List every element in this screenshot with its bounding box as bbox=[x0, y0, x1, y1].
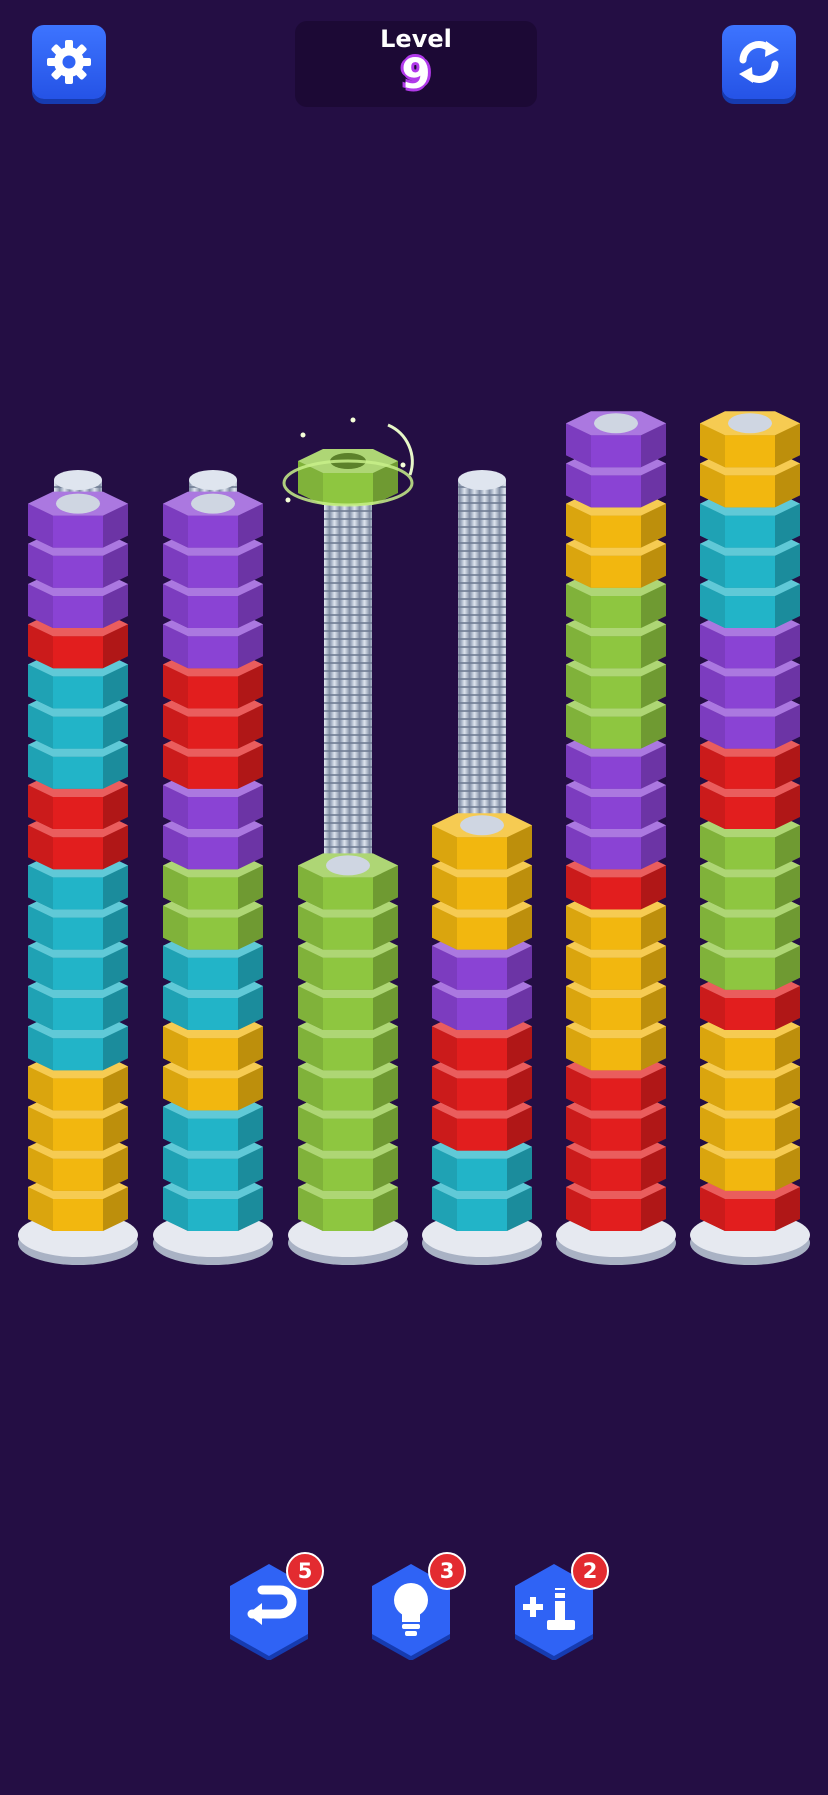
sparkle bbox=[400, 462, 406, 468]
nut-hole bbox=[728, 413, 772, 434]
nut-hole bbox=[191, 493, 235, 514]
undo-count-badge: 5 bbox=[286, 1552, 324, 1590]
bolt-rod-top bbox=[189, 470, 237, 490]
bolt-1[interactable] bbox=[18, 470, 138, 1265]
bolt-rod-top bbox=[54, 470, 102, 490]
bolt-2[interactable] bbox=[153, 470, 273, 1265]
bolt-3[interactable] bbox=[288, 470, 408, 1265]
bolt-6[interactable] bbox=[690, 411, 810, 1265]
sparkle bbox=[285, 497, 291, 503]
hint-count-badge: 3 bbox=[428, 1552, 466, 1590]
bolt-4[interactable] bbox=[422, 470, 542, 1265]
nut-hole bbox=[594, 413, 638, 434]
selected-nut[interactable] bbox=[282, 417, 414, 507]
nut-hole bbox=[56, 493, 100, 514]
bolt-5[interactable] bbox=[556, 411, 676, 1265]
hint-booster-button[interactable]: 3 bbox=[364, 1552, 466, 1661]
game-board bbox=[18, 411, 810, 1265]
add-bolt-count-badge: 2 bbox=[571, 1552, 609, 1590]
bolt-rod-top bbox=[458, 470, 506, 490]
sparkle bbox=[300, 432, 306, 438]
nut-hole bbox=[460, 815, 504, 836]
nut-hole bbox=[326, 855, 370, 876]
sparkle bbox=[350, 417, 356, 423]
undo-booster-button[interactable]: 5 bbox=[222, 1552, 324, 1661]
add-bolt-booster-button[interactable]: 2 bbox=[507, 1552, 609, 1661]
